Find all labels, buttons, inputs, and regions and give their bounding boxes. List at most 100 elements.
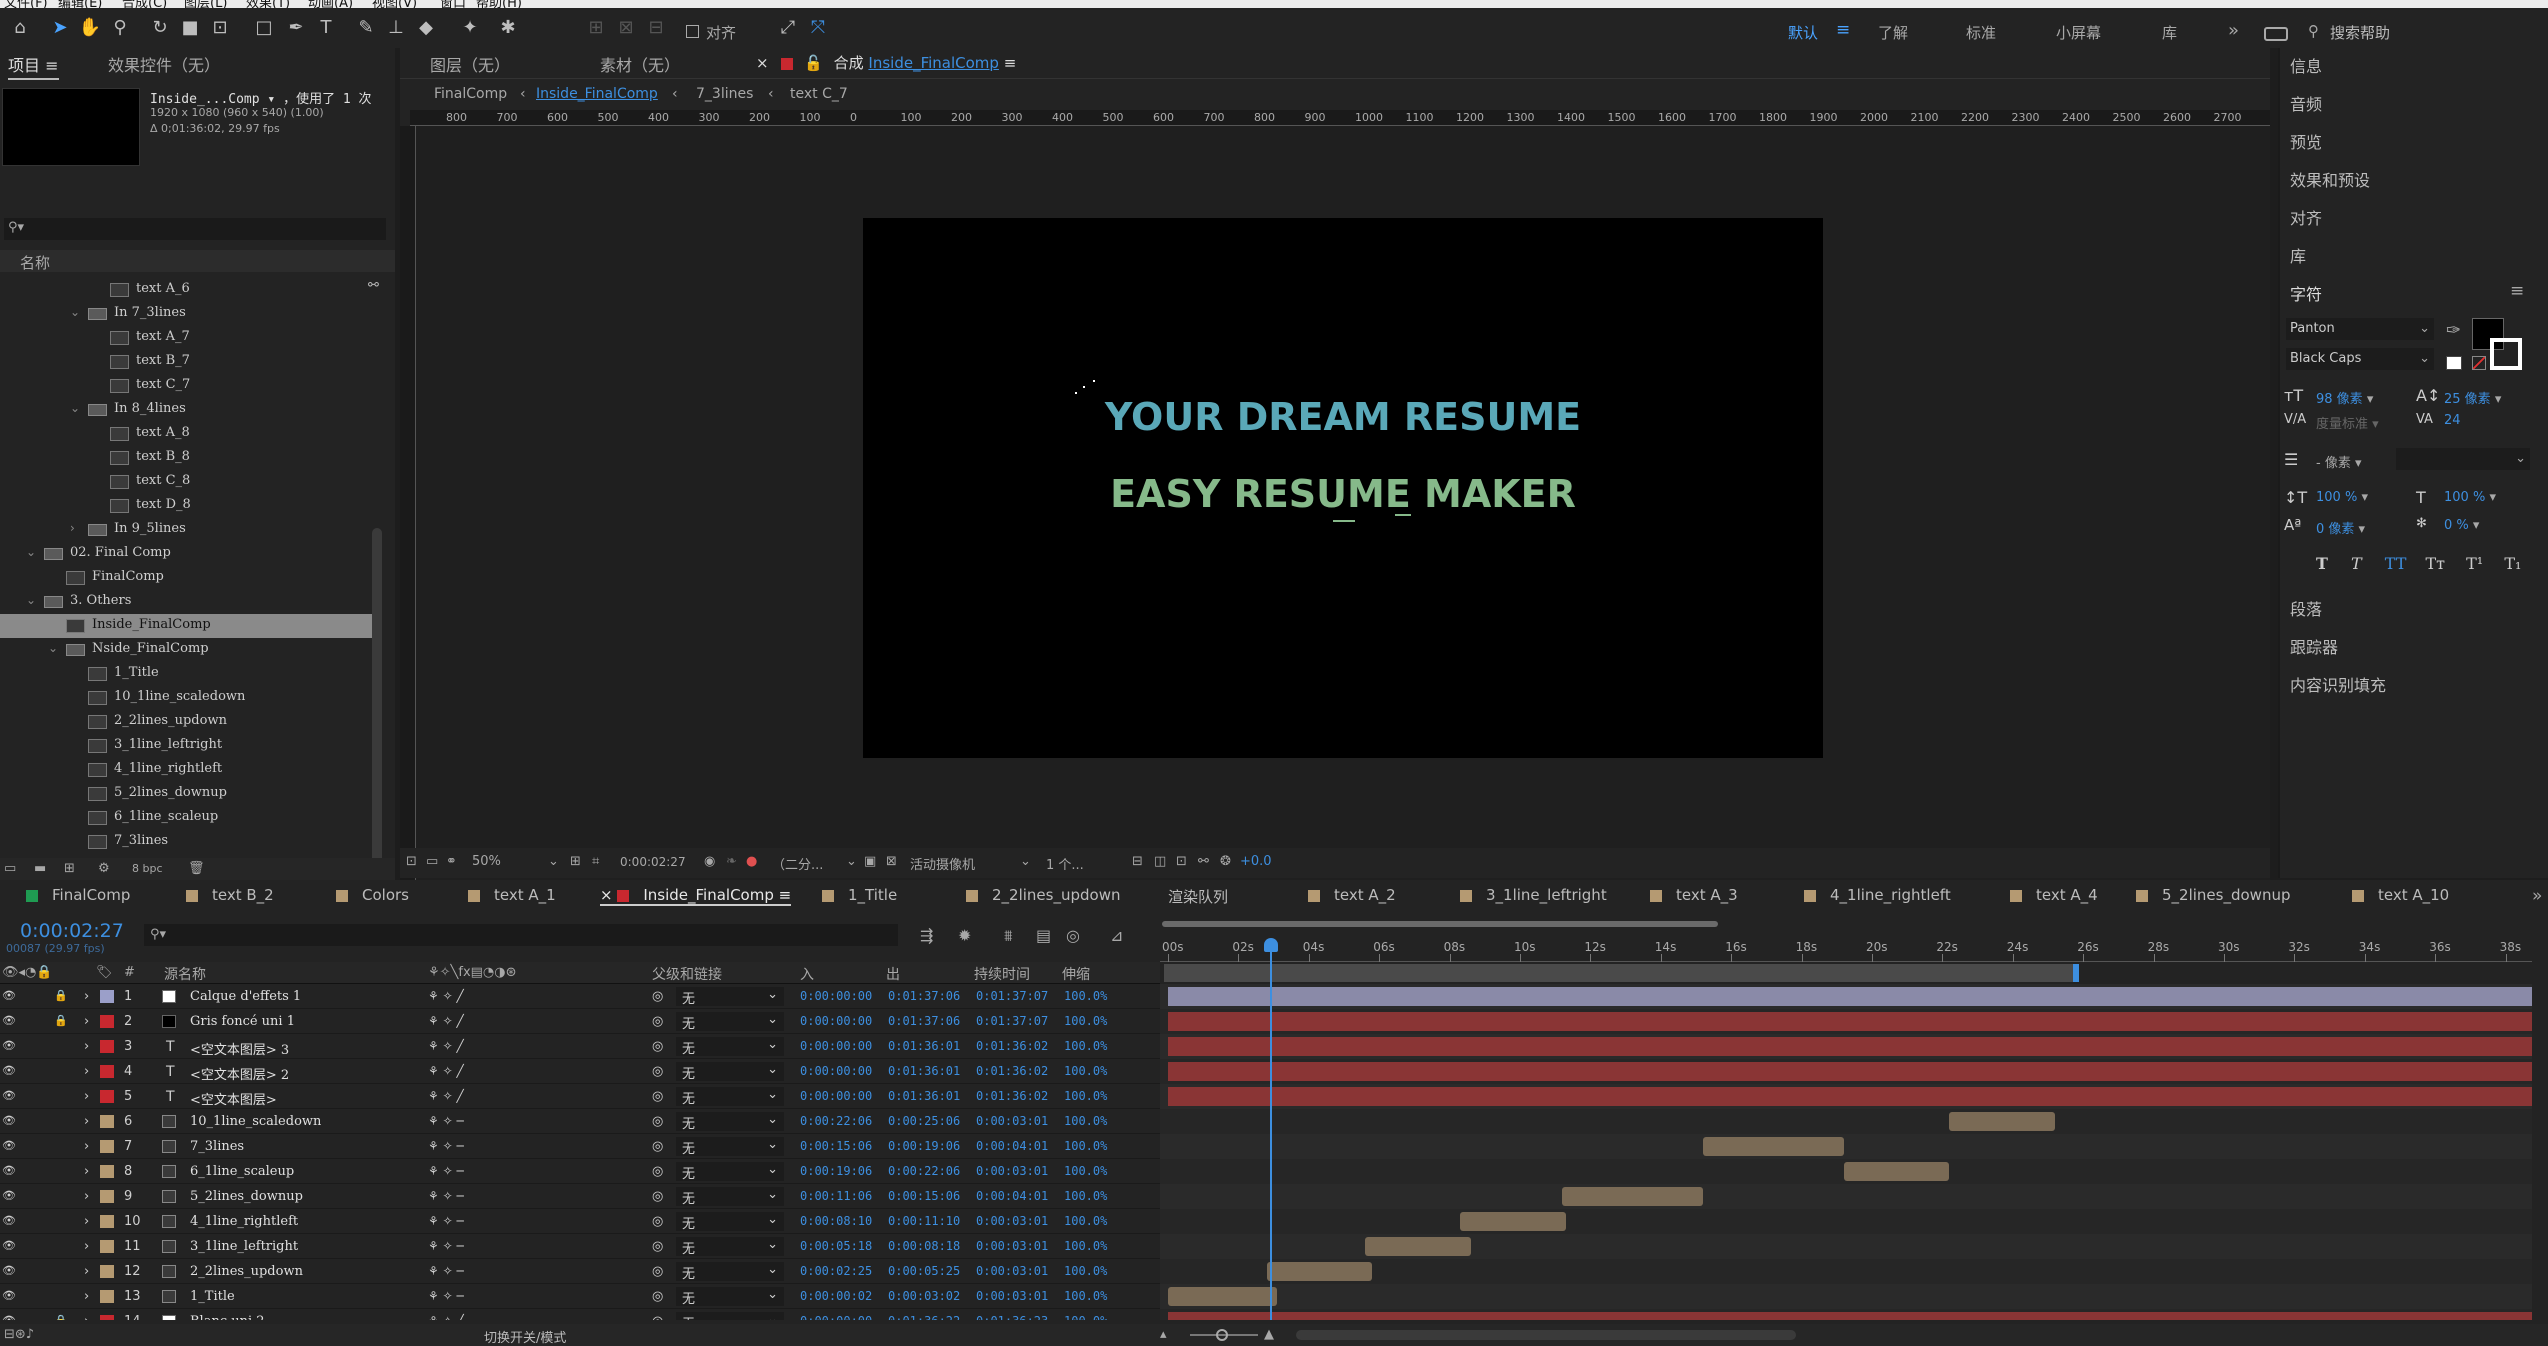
layer-switches[interactable]: ⚘ ✧ ╱: [428, 989, 464, 1003]
chevron-down-icon[interactable]: ⌄: [548, 854, 559, 869]
comp-tab[interactable]: FinalComp: [26, 886, 130, 904]
layer-switches[interactable]: ⚘ ✧ ╱: [428, 1039, 464, 1053]
stretch[interactable]: 100.0%: [1064, 1214, 1107, 1228]
pan-behind-tool-icon[interactable]: ⊡: [208, 16, 232, 40]
work-area-nav[interactable]: [1160, 920, 2532, 928]
project-item[interactable]: 1_Title: [0, 662, 372, 686]
layer-duration-bar[interactable]: [1562, 1187, 1704, 1206]
out-point[interactable]: 0:00:19:06: [888, 1139, 960, 1153]
snap-option-icon[interactable]: ⊠: [614, 16, 638, 40]
comp-tab[interactable]: text A_1: [468, 886, 556, 904]
layer-name[interactable]: 1_Title: [190, 1289, 235, 1304]
out-point[interactable]: 0:01:36:01: [888, 1064, 960, 1078]
zoom-tool-icon[interactable]: ⚲: [108, 16, 132, 40]
label-color-chip[interactable]: [100, 1265, 114, 1278]
in-point[interactable]: 0:00:05:18: [800, 1239, 872, 1253]
layer-duration-bar[interactable]: [1168, 1287, 1278, 1306]
layer-name[interactable]: Gris foncé uni 1: [190, 1014, 295, 1029]
font-size-value[interactable]: 98 像素 ▾: [2316, 388, 2373, 407]
duration[interactable]: 0:01:36:02: [976, 1064, 1048, 1078]
effects-presets-panel[interactable]: 效果和预设: [2290, 167, 2540, 191]
project-item[interactable]: text A_6: [0, 278, 372, 302]
pickwhip-icon[interactable]: ◎: [652, 1039, 663, 1054]
parent-select[interactable]: 无⌄: [676, 1212, 784, 1232]
stretch[interactable]: 100.0%: [1064, 1289, 1107, 1303]
duration[interactable]: 0:01:36:02: [976, 1039, 1048, 1053]
chevron-right-icon[interactable]: ›: [84, 1039, 89, 1054]
layer-switches[interactable]: ⚘ ✧ ─: [428, 1189, 464, 1203]
small-caps-button[interactable]: Tт: [2426, 554, 2446, 573]
visibility-icon[interactable]: 👁: [2, 1264, 16, 1277]
close-icon[interactable]: ×: [600, 886, 617, 904]
selection-tool-icon[interactable]: ➤: [48, 16, 72, 40]
menu-help[interactable]: 帮助(H): [476, 0, 522, 8]
chevron-right-icon[interactable]: ›: [84, 1189, 89, 1204]
layer-duration-bar[interactable]: [1168, 1037, 2532, 1056]
chevron-down-icon[interactable]: ⌄: [70, 305, 80, 319]
chevron-right-icon[interactable]: ›: [84, 1114, 89, 1129]
comp-tab[interactable]: text A_4: [2010, 886, 2098, 904]
pickwhip-icon[interactable]: ◎: [652, 989, 663, 1004]
layer-name[interactable]: 2_2lines_updown: [190, 1264, 303, 1279]
pickwhip-icon[interactable]: ◎: [652, 1014, 663, 1029]
visibility-icon[interactable]: 👁: [2, 1014, 16, 1027]
set-white-icon[interactable]: [2446, 356, 2462, 370]
label-color-chip[interactable]: [100, 1190, 114, 1203]
out-point[interactable]: 0:00:05:25: [888, 1264, 960, 1278]
layer-name[interactable]: Blanc uni 2: [190, 1314, 265, 1320]
tab-effect-controls[interactable]: 效果控件（无）: [108, 52, 220, 76]
stretch[interactable]: 100.0%: [1064, 1089, 1107, 1103]
layer-row[interactable]: 👁 › 12 2_2lines_updown ⚘ ✧ ─ ◎ 无 ⌄ 0:00:02:25 0:0…: [0, 1259, 1160, 1284]
content-aware-fill-panel[interactable]: 内容识别填充: [2290, 672, 2540, 696]
horizontal-scale-value[interactable]: 100 % ▾: [2444, 490, 2496, 505]
header-in[interactable]: 入: [800, 964, 814, 984]
views-dropdown[interactable]: 1 个...: [1046, 854, 1084, 873]
menu-file[interactable]: 文件(F): [4, 0, 48, 8]
layer-name[interactable]: 5_2lines_downup: [190, 1189, 303, 1204]
layer-row[interactable]: 👁 › 9 5_2lines_downup ⚘ ✧ ─ ◎ 无 ⌄ 0:00:11:06 0:00…: [0, 1184, 1160, 1209]
chevron-right-icon[interactable]: ›: [84, 1264, 89, 1279]
parent-select[interactable]: 无⌄: [676, 1187, 784, 1207]
layer-switches[interactable]: ⚘ ✧ ╱: [428, 1064, 464, 1078]
project-scrollbar[interactable]: [372, 528, 382, 868]
libraries-panel[interactable]: 库: [2290, 243, 2540, 267]
chevron-right-icon[interactable]: ›: [84, 989, 89, 1004]
zoom-slider-handle[interactable]: [1216, 1329, 1228, 1341]
comp-tab[interactable]: text A_3: [1650, 886, 1738, 904]
channel-icon[interactable]: ●: [746, 854, 757, 869]
flowchart-icon[interactable]: ⚯: [1198, 854, 1209, 869]
duration[interactable]: 0:01:37:07: [976, 989, 1048, 1003]
label-color-chip[interactable]: [100, 1115, 114, 1128]
viewer-timecode[interactable]: 0:00:02:27: [620, 855, 686, 869]
label-color-chip[interactable]: [100, 1040, 114, 1053]
roi-icon[interactable]: ▣: [864, 854, 876, 869]
comp-tab[interactable]: 3_1line_leftright: [1460, 886, 1607, 904]
pickwhip-icon[interactable]: ◎: [652, 1289, 663, 1304]
menu-layer[interactable]: 图层(L): [184, 0, 227, 8]
parent-select[interactable]: 无⌄: [676, 1012, 784, 1032]
motion-path-icon[interactable]: ⤢: [776, 16, 800, 40]
layer-switches[interactable]: ⚘ ✧ ─: [428, 1289, 464, 1303]
chevron-down-icon[interactable]: ⌄: [48, 641, 58, 655]
shy-icon[interactable]: ⩩: [1004, 926, 1013, 946]
faux-italic-button[interactable]: T: [2351, 554, 2362, 573]
out-point[interactable]: 0:01:36:01: [888, 1039, 960, 1053]
trash-icon[interactable]: 🗑: [188, 861, 205, 876]
label-color-chip[interactable]: [100, 1240, 114, 1253]
project-item[interactable]: FinalComp: [0, 566, 372, 590]
bpc-label[interactable]: 8 bpc: [132, 862, 163, 875]
layer-row[interactable]: 👁 🔒 › 1 Calque d'effets 1 ⚘ ✧ ╱ ◎ 无 ⌄ 0:00:00:00 0…: [0, 984, 1160, 1009]
layer-row[interactable]: 👁 › 8 6_1line_scaleup ⚘ ✧ ─ ◎ 无 ⌄ 0:00:19:06 0:00…: [0, 1159, 1160, 1184]
chevron-right-icon[interactable]: ›: [84, 1089, 89, 1104]
chevron-right-icon[interactable]: ›: [84, 1314, 89, 1320]
breadcrumb-finalcomp[interactable]: FinalComp: [434, 86, 507, 102]
leading-value[interactable]: 25 像素 ▾: [2444, 388, 2501, 407]
pickwhip-icon[interactable]: ◎: [652, 1214, 663, 1229]
layer-name[interactable]: 3_1line_leftright: [190, 1239, 298, 1254]
project-item[interactable]: ⌄ In 8_4lines: [0, 398, 372, 422]
label-color-chip[interactable]: [100, 1015, 114, 1028]
visibility-icon[interactable]: 👁: [2, 1064, 16, 1077]
project-item[interactable]: text C_8: [0, 470, 372, 494]
out-point[interactable]: 0:01:37:06: [888, 989, 960, 1003]
pen-tool-icon[interactable]: ✒: [284, 16, 308, 40]
